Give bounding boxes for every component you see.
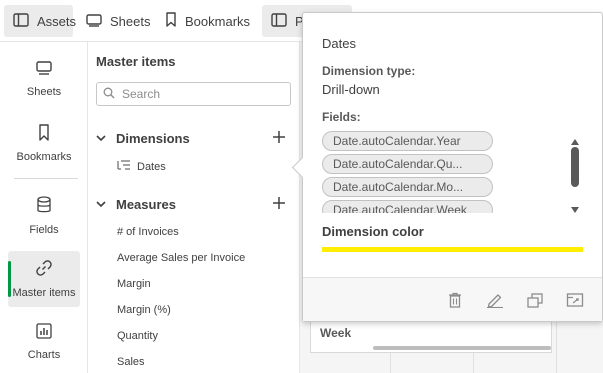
fields-label: Fields: — [322, 110, 361, 124]
field-chip: Date.autoCalendar.Week — [322, 200, 493, 213]
list-item[interactable]: Average Sales per Invoice — [117, 252, 245, 264]
search-input[interactable]: Search — [96, 82, 291, 106]
add-measure-button[interactable] — [272, 196, 286, 213]
tab-label: Sheets — [110, 13, 151, 29]
rail-item-label: Bookmarks — [16, 151, 72, 163]
tab-label: Assets — [37, 13, 77, 29]
field-chip: Date.autoCalendar.Mo... — [322, 177, 493, 197]
chevron-down-icon — [96, 200, 110, 208]
list-item[interactable]: Margin (%) — [117, 304, 171, 316]
bookmark-icon — [165, 12, 177, 30]
dimensions-section-header[interactable]: Dimensions — [96, 127, 292, 149]
fields-list: Date.autoCalendar.Year Date.autoCalendar… — [322, 131, 554, 213]
dimension-type-value: Drill-down — [322, 82, 380, 97]
panel-icon — [13, 12, 29, 30]
open-sheet-icon[interactable] — [565, 290, 585, 310]
rail-item-charts[interactable]: Charts — [8, 315, 80, 371]
database-icon — [36, 196, 52, 217]
scrollbar-thumb[interactable] — [571, 147, 579, 187]
dimension-details-popover: Dates Dimension type: Drill-down Fields:… — [302, 12, 603, 322]
list-item-label: Dates — [137, 160, 166, 173]
trash-icon[interactable] — [445, 290, 465, 310]
tab-sheets[interactable]: Sheets — [77, 5, 159, 37]
bar-chart-icon — [36, 323, 52, 342]
list-item[interactable]: # of Invoices — [117, 226, 179, 238]
dimension-color-label: Dimension color — [322, 224, 424, 239]
rail-divider — [14, 178, 78, 179]
rail-item-bookmarks[interactable]: Bookmarks — [8, 116, 80, 172]
list-item[interactable]: Sales — [117, 356, 145, 368]
popover-title: Dates — [322, 36, 356, 51]
scroll-down-icon[interactable] — [570, 201, 580, 219]
rail-item-master-items[interactable]: Master items — [8, 251, 80, 307]
edit-icon[interactable] — [485, 290, 505, 310]
week-filter-pane[interactable]: Week — [310, 319, 552, 353]
sheet-icon — [35, 60, 53, 79]
tab-assets[interactable]: Assets — [4, 5, 77, 37]
rail-item-sheets[interactable]: Sheets — [8, 52, 80, 108]
dimension-type-label: Dimension type: — [322, 64, 416, 78]
field-chip: Date.autoCalendar.Year — [322, 131, 493, 151]
master-items-panel: Master items Search Dimensions Dates Mea… — [88, 42, 300, 373]
panel-title: Master items — [96, 54, 176, 69]
popover-footer — [303, 278, 602, 321]
search-icon — [103, 87, 115, 102]
measures-section-header[interactable]: Measures — [96, 193, 292, 215]
section-label: Dimensions — [116, 130, 190, 146]
add-dimension-button[interactable] — [272, 130, 286, 147]
list-item[interactable]: Dates — [117, 159, 166, 174]
chevron-down-icon — [96, 134, 110, 142]
tab-label: Bookmarks — [185, 13, 251, 29]
search-placeholder: Search — [122, 87, 161, 101]
rail-item-label: Master items — [12, 287, 76, 299]
filter-pane-title: Week — [320, 326, 352, 340]
bookmark-icon — [37, 124, 51, 144]
rail-item-label: Sheets — [26, 86, 62, 98]
asset-rail: Sheets Bookmarks Fields Master items Cha… — [0, 42, 88, 373]
sheet-icon — [86, 13, 102, 30]
horizontal-scrollbar[interactable] — [373, 346, 551, 350]
section-label: Measures — [116, 196, 176, 212]
fields-scrollbar[interactable] — [566, 131, 584, 213]
rail-item-fields[interactable]: Fields — [8, 188, 80, 244]
list-item[interactable]: Margin — [117, 278, 151, 290]
dimension-color-swatch — [322, 247, 583, 252]
tab-bookmarks[interactable]: Bookmarks — [156, 5, 259, 37]
duplicate-icon[interactable] — [525, 290, 545, 310]
panel-icon — [271, 12, 287, 30]
field-chip: Date.autoCalendar.Qu... — [322, 154, 493, 174]
link-icon — [35, 259, 53, 280]
rail-item-label: Fields — [29, 224, 59, 236]
drill-down-icon — [117, 159, 131, 174]
rail-item-label: Charts — [27, 349, 61, 361]
list-item[interactable]: Quantity — [117, 330, 158, 342]
